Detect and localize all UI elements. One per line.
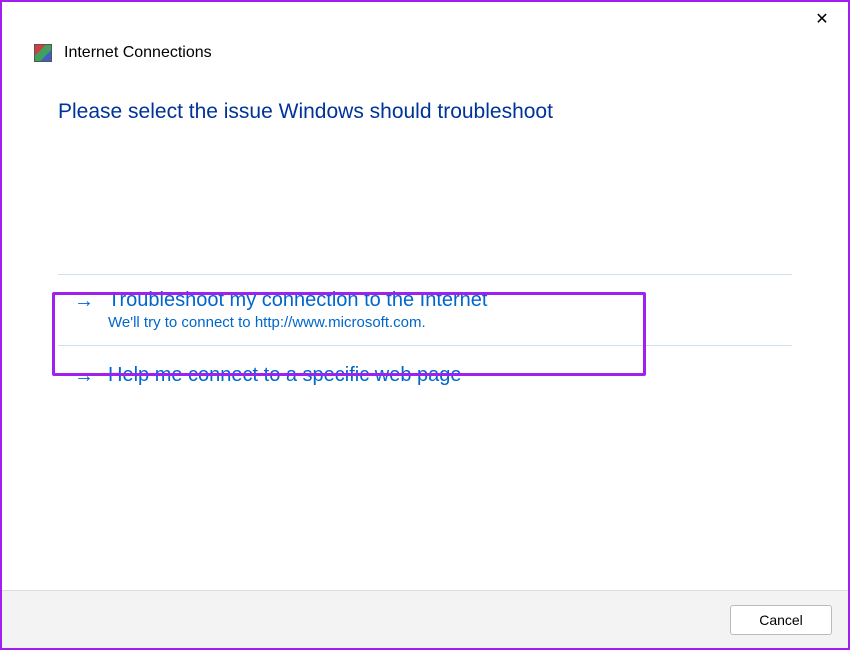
arrow-right-icon: → [74, 364, 94, 388]
close-icon: ✕ [815, 9, 828, 29]
troubleshooter-window: ✕ Internet Connections Please select the… [0, 0, 850, 650]
footer-bar: Cancel [2, 590, 848, 648]
option-troubleshoot-internet[interactable]: → Troubleshoot my connection to the Inte… [58, 275, 792, 346]
option-list: → Troubleshoot my connection to the Inte… [58, 274, 792, 402]
window-title: Internet Connections [64, 44, 212, 62]
option-connect-specific-page[interactable]: → Help me connect to a specific web page [58, 346, 792, 402]
content-area: Please select the issue Windows should t… [2, 62, 848, 590]
option-subtitle: We'll try to connect to http://www.micro… [108, 314, 487, 331]
option-text: Help me connect to a specific web page [108, 364, 462, 387]
header-row: Internet Connections [2, 36, 848, 62]
option-title: Troubleshoot my connection to the Intern… [108, 289, 487, 312]
option-title: Help me connect to a specific web page [108, 364, 462, 387]
titlebar: ✕ [2, 2, 848, 36]
arrow-right-icon: → [74, 289, 94, 313]
close-button[interactable]: ✕ [808, 5, 836, 33]
cancel-button[interactable]: Cancel [730, 605, 832, 635]
option-text: Troubleshoot my connection to the Intern… [108, 289, 487, 331]
instruction-heading: Please select the issue Windows should t… [58, 100, 792, 124]
internet-connections-icon [34, 44, 52, 62]
